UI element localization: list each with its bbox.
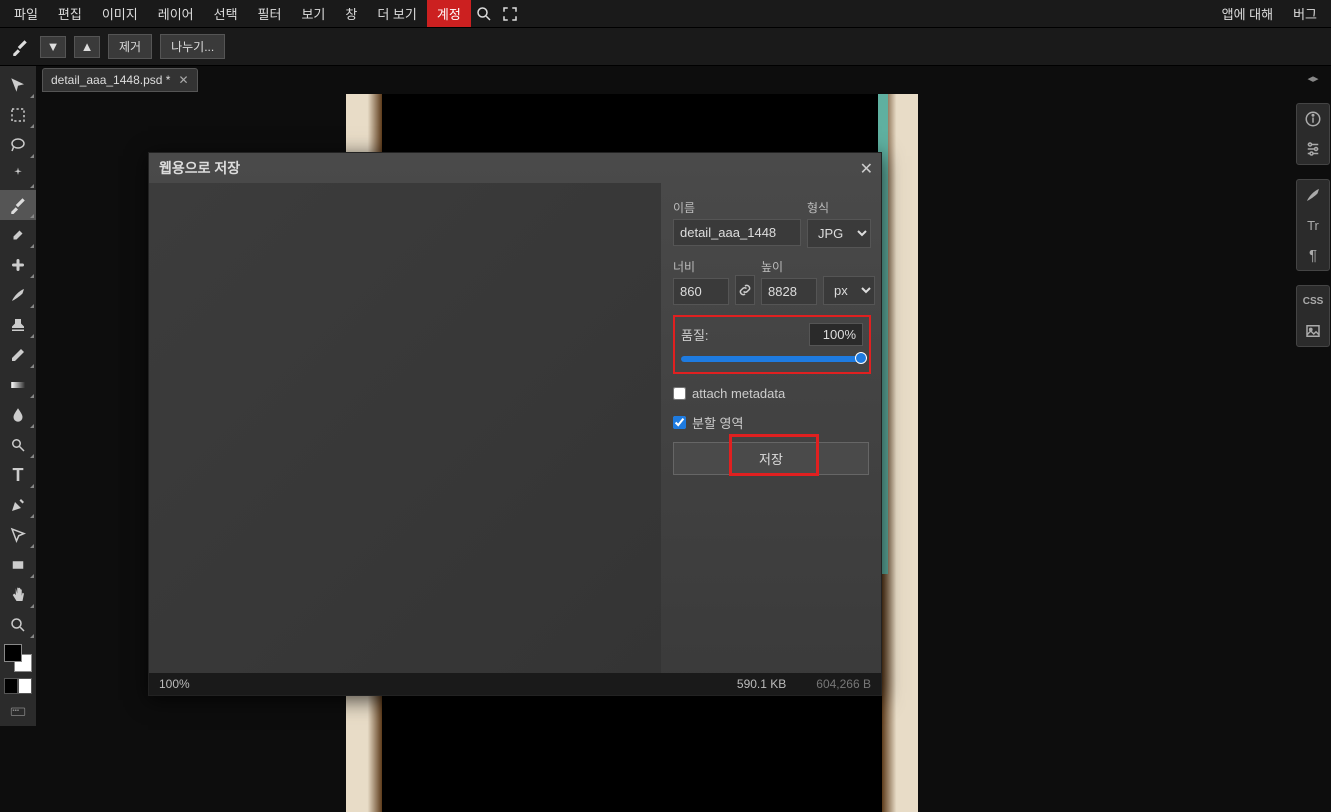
brush-tool[interactable] [0,280,36,310]
menu-more[interactable]: 더 보기 [367,0,427,27]
metadata-checkbox[interactable] [673,387,686,400]
menu-bug[interactable]: 버그 [1283,0,1327,27]
marquee-tool[interactable] [0,100,36,130]
type-panel-icon[interactable]: Tr [1297,210,1329,240]
close-tab-icon[interactable]: ✕ [178,73,188,87]
menu-edit[interactable]: 편집 [48,0,92,27]
heal-tool[interactable] [0,250,36,280]
split-button[interactable]: 나누기... [160,34,225,59]
menubar: 파일 편집 이미지 레이어 선택 필터 보기 창 더 보기 계정 앱에 대해 버… [0,0,1331,28]
slider-thumb[interactable] [855,352,867,364]
menu-account[interactable]: 계정 [427,0,471,27]
link-dimensions-icon[interactable] [735,275,755,305]
unit-select[interactable]: px [823,276,875,305]
expand-panels-icon[interactable]: ◂▸ [1307,72,1318,85]
label-width: 너비 [673,258,729,275]
type-tool[interactable]: T [0,460,36,490]
search-icon[interactable] [473,3,495,25]
gradient-tool[interactable] [0,370,36,400]
menu-select[interactable]: 선택 [204,0,248,27]
eraser-tool[interactable] [0,340,36,370]
eyedropper-tool[interactable] [0,220,36,250]
paragraph-panel-icon[interactable]: ¶ [1297,240,1329,270]
slider-fill [681,356,863,362]
quality-input[interactable] [809,323,863,346]
right-panels: ◂▸ Tr ¶ CSS [1295,66,1331,347]
save-button[interactable]: 저장 [673,442,869,475]
arrow-up-button[interactable]: ▲ [74,36,100,58]
label-name: 이름 [673,199,801,216]
filename-input[interactable] [673,219,801,246]
label-quality: 품질: [681,325,709,344]
label-format: 형식 [807,199,871,216]
width-input[interactable] [673,278,729,305]
slices-checkbox-row[interactable]: 분할 영역 [673,413,871,432]
preview-pane[interactable] [149,183,661,695]
save-for-web-dialog: 웹용으로 저장 ✕ 100% 590.1 KB 604,266 B 이름 형식 … [148,152,882,696]
document-tab-label: detail_aaa_1448.psd * [51,73,170,87]
slices-checkbox[interactable] [673,416,686,429]
metadata-label: attach metadata [692,386,785,401]
css-panel-icon[interactable]: CSS [1297,286,1329,316]
color-swatches[interactable] [4,644,32,672]
menu-window[interactable]: 창 [335,0,367,27]
menu-about[interactable]: 앱에 대해 [1212,0,1283,27]
crop-tool[interactable] [0,190,36,220]
zoom-tool[interactable] [0,610,36,640]
metadata-checkbox-row[interactable]: attach metadata [673,386,871,401]
pen-tool[interactable] [0,490,36,520]
dialog-close-icon[interactable]: ✕ [860,159,873,179]
label-height: 높이 [761,258,817,275]
status-zoom: 100% [159,677,190,691]
menu-file[interactable]: 파일 [4,0,48,27]
info-panel-icon[interactable] [1297,104,1329,134]
dodge-tool[interactable] [0,430,36,460]
keyboard-icon[interactable] [0,696,36,726]
menu-layer[interactable]: 레이어 [148,0,204,27]
foreground-color-swatch[interactable] [4,644,22,662]
dialog-title: 웹용으로 저장 [149,153,881,183]
dialog-status-bar: 100% 590.1 KB 604,266 B [149,673,881,695]
settings-pane: 이름 형식 JPG 너비 높이 [663,183,881,673]
brush-panel-icon[interactable] [1297,180,1329,210]
status-bytes: 604,266 B [816,677,871,691]
menu-view[interactable]: 보기 [291,0,335,27]
lasso-tool[interactable] [0,130,36,160]
path-select-tool[interactable] [0,520,36,550]
hand-tool[interactable] [0,580,36,610]
image-panel-icon[interactable] [1297,316,1329,346]
slice-tool-icon [8,35,32,59]
slices-label: 분할 영역 [692,413,743,432]
mask-mode-toggle[interactable] [4,678,32,694]
height-input[interactable] [761,278,817,305]
quality-highlight-box: 품질: [673,315,871,374]
wand-tool[interactable] [0,160,36,190]
adjust-panel-icon[interactable] [1297,134,1329,164]
arrow-down-button[interactable]: ▼ [40,36,66,58]
document-tab[interactable]: detail_aaa_1448.psd * ✕ [42,68,198,92]
format-select[interactable]: JPG [807,219,871,248]
label-unit-spacer [823,259,875,273]
remove-button[interactable]: 제거 [108,34,152,59]
document-tabs: detail_aaa_1448.psd * ✕ [42,68,198,92]
shape-tool[interactable] [0,550,36,580]
menu-filter[interactable]: 필터 [248,0,292,27]
status-filesize: 590.1 KB [737,677,786,691]
menu-image[interactable]: 이미지 [92,0,148,27]
move-tool[interactable] [0,70,36,100]
fullscreen-icon[interactable] [499,3,521,25]
options-bar: ▼ ▲ 제거 나누기... [0,28,1331,66]
quality-slider[interactable] [681,356,863,362]
blur-tool[interactable] [0,400,36,430]
stamp-tool[interactable] [0,310,36,340]
tools-panel: T [0,66,36,726]
